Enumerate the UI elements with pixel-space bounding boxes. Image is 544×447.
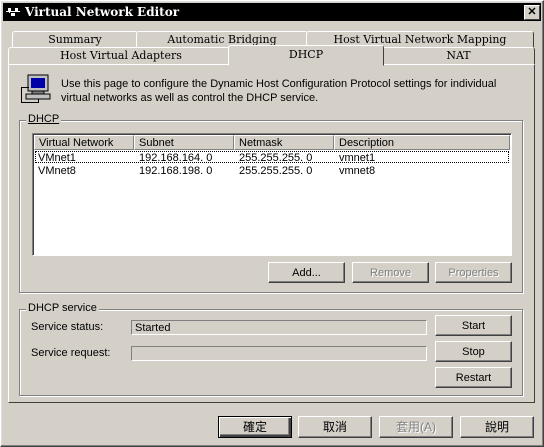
- cell-network: VMnet8: [38, 165, 76, 177]
- add-button[interactable]: Add...: [268, 262, 345, 283]
- tab-host-virtual-adapters[interactable]: Host Virtual Adapters: [8, 47, 234, 65]
- cell-description: vmnet1: [339, 152, 376, 164]
- title-bar: Virtual Network Editor ✕: [3, 3, 541, 21]
- column-header-subnet[interactable]: Subnet: [134, 135, 234, 150]
- close-icon: ✕: [527, 6, 537, 18]
- network-app-icon: [6, 8, 20, 16]
- help-button[interactable]: 說明: [460, 416, 534, 438]
- apply-button[interactable]: 套用(A): [379, 416, 453, 438]
- stop-button[interactable]: Stop: [435, 341, 512, 362]
- restart-button[interactable]: Restart: [435, 367, 512, 388]
- close-button[interactable]: ✕: [524, 5, 540, 20]
- tab-nat[interactable]: NAT: [382, 47, 535, 65]
- column-header-virtual-network[interactable]: Virtual Network: [34, 135, 134, 150]
- service-request-field: [131, 346, 427, 361]
- service-request-label: Service request:: [31, 347, 111, 359]
- tab-dhcp[interactable]: DHCP: [228, 45, 384, 66]
- column-header-netmask[interactable]: Netmask: [234, 135, 334, 150]
- cell-netmask: 255.255.255. 0: [239, 165, 313, 177]
- intro-text: Use this page to configure the Dynamic H…: [61, 78, 497, 104]
- cancel-button[interactable]: 取消: [298, 416, 372, 438]
- service-status-field: Started: [131, 320, 427, 335]
- dhcp-service-group-label: DHCP service: [26, 302, 99, 314]
- cell-description: vmnet8: [339, 165, 376, 177]
- cell-netmask: 255.255.255. 0: [239, 152, 313, 164]
- cell-subnet: 192.168.198. 0: [139, 165, 213, 177]
- start-button[interactable]: Start: [435, 315, 512, 336]
- window-title: Virtual Network Editor: [25, 5, 180, 19]
- remove-button[interactable]: Remove: [352, 262, 429, 283]
- dhcp-group-label: DHCP: [26, 113, 62, 125]
- dhcp-network-list[interactable]: Virtual Network Subnet Netmask Descripti…: [32, 133, 512, 256]
- properties-button[interactable]: Properties: [435, 262, 512, 283]
- ok-button[interactable]: 確定: [218, 416, 292, 438]
- cell-network: VMnet1: [38, 152, 76, 164]
- column-header-description[interactable]: Description: [334, 135, 510, 150]
- computer-network-icon: [21, 74, 51, 103]
- cell-subnet: 192.168.164. 0: [139, 152, 213, 164]
- service-status-label: Service status:: [31, 321, 104, 333]
